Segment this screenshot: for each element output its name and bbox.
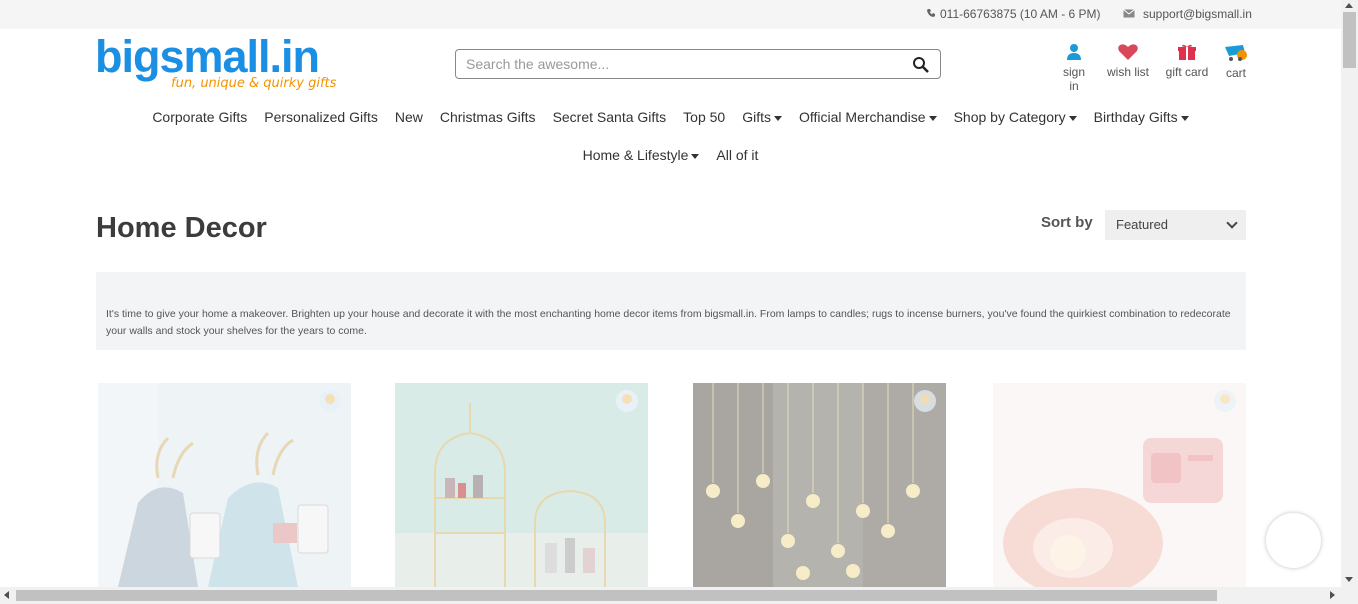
nav-home-lifestyle[interactable]: Home & Lifestyle (583, 147, 700, 163)
product-image (693, 383, 946, 587)
wish-list-label: wish list (1106, 65, 1149, 79)
caret-down-icon (928, 115, 937, 121)
product-card[interactable] (98, 383, 351, 587)
search-input[interactable] (466, 54, 896, 74)
product-card[interactable] (993, 383, 1246, 587)
nav-new[interactable]: New (395, 109, 423, 125)
search-icon[interactable] (912, 56, 930, 74)
nav-official-merchandise[interactable]: Official Merchandise (799, 109, 937, 125)
caret-down-icon (1068, 115, 1077, 121)
product-image (993, 383, 1246, 587)
mail-icon (1123, 7, 1135, 21)
chat-widget-button[interactable] (1266, 513, 1321, 568)
nav-christmas-gifts[interactable]: Christmas Gifts (440, 109, 536, 125)
page-title: Home Decor (96, 212, 267, 244)
phone-icon (926, 7, 936, 21)
main-nav: Corporate Gifts Personalized Gifts New C… (0, 109, 1341, 125)
product-card[interactable] (395, 383, 648, 587)
cart-icon (1225, 45, 1247, 61)
user-icon (1067, 44, 1081, 60)
nav-secret-santa-gifts[interactable]: Secret Santa Gifts (553, 109, 667, 125)
nav-corporate-gifts[interactable]: Corporate Gifts (152, 109, 247, 125)
caret-down-icon (1180, 115, 1189, 121)
gift-card-label: gift card (1165, 65, 1209, 79)
brand-badge-icon (616, 390, 638, 412)
email-contact[interactable]: support@bigsmall.in (1123, 7, 1252, 21)
heart-icon (1118, 44, 1138, 60)
gift-card-link[interactable]: gift card (1165, 43, 1209, 79)
nav-gifts[interactable]: Gifts (742, 109, 782, 125)
gift-icon (1178, 44, 1196, 60)
sort-select[interactable]: Featured (1105, 210, 1246, 240)
sort-value: Featured (1116, 217, 1169, 232)
vertical-scrollbar[interactable] (1341, 0, 1358, 604)
scroll-up-icon[interactable] (1345, 3, 1353, 8)
horizontal-scroll-thumb[interactable] (16, 590, 1217, 601)
sign-in-label: sign in (1062, 65, 1085, 93)
main-nav-row2: Home & Lifestyle All of it (0, 147, 1341, 163)
product-image (98, 383, 351, 587)
search-box (455, 49, 941, 79)
caret-down-icon (774, 115, 782, 121)
nav-all-of-it[interactable]: All of it (716, 147, 758, 163)
caret-down-icon (691, 153, 700, 159)
nav-top-50[interactable]: Top 50 (683, 109, 725, 125)
logo-tagline: fun, unique & quirky gifts (171, 76, 337, 91)
brand-badge-icon (1214, 390, 1236, 412)
brand-badge-icon (319, 390, 341, 412)
product-image (395, 383, 648, 587)
nav-shop-by-category[interactable]: Shop by Category (954, 109, 1077, 125)
category-description: It's time to give your home a makeover. … (96, 272, 1246, 350)
scroll-right-icon[interactable] (1330, 591, 1335, 599)
nav-birthday-gifts[interactable]: Birthday Gifts (1094, 109, 1189, 125)
sign-in-link[interactable]: sign in (1057, 43, 1091, 93)
chevron-down-icon (1226, 217, 1238, 229)
phone-contact[interactable]: 011-66763875 (10 AM - 6 PM) (926, 7, 1101, 21)
horizontal-scrollbar[interactable] (0, 587, 1341, 604)
phone-text: 011-66763875 (10 AM - 6 PM) (940, 7, 1101, 21)
scroll-left-icon[interactable] (4, 591, 9, 599)
top-bar: 011-66763875 (10 AM - 6 PM) support@bigs… (0, 0, 1341, 29)
brand-badge-icon (914, 390, 936, 412)
nav-personalized-gifts[interactable]: Personalized Gifts (264, 109, 378, 125)
email-text: support@bigsmall.in (1143, 7, 1252, 21)
vertical-scroll-thumb[interactable] (1343, 12, 1356, 68)
cart-label: cart (1225, 66, 1246, 80)
wish-list-link[interactable]: wish list (1106, 43, 1150, 79)
cart-link[interactable]: cart (1222, 43, 1250, 80)
scroll-down-icon[interactable] (1345, 577, 1353, 582)
logo-wordmark: bigsmall.in (95, 31, 320, 82)
sort-label: Sort by (1041, 214, 1093, 231)
site-logo[interactable]: bigsmall.in fun, unique & quirky gifts (95, 31, 337, 94)
product-card[interactable] (693, 383, 946, 587)
